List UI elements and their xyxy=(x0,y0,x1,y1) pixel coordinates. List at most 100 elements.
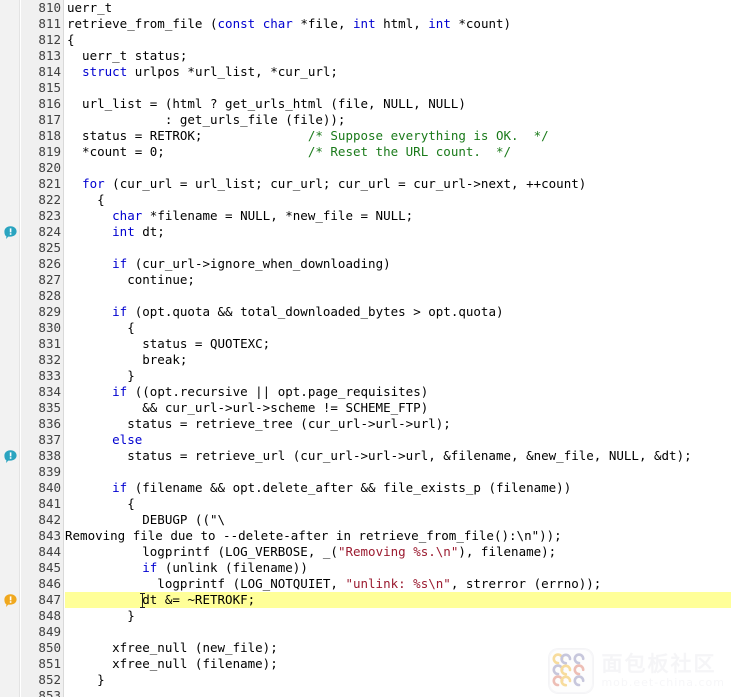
code-line[interactable]: 831 status = QUOTEXC; xyxy=(0,336,731,352)
code-line-text[interactable]: status = RETROK; /* Suppose everything i… xyxy=(67,128,549,144)
code-token-pl: DEBUGP (("\ xyxy=(67,512,226,527)
code-line[interactable]: 847 dt &= ~RETROKF; xyxy=(0,592,731,608)
code-line[interactable]: 852 } xyxy=(0,672,731,688)
info-bubble-icon[interactable] xyxy=(3,225,18,240)
code-line-text[interactable]: dt &= ~RETROKF; xyxy=(67,592,255,608)
code-line-text[interactable]: } xyxy=(67,672,105,688)
code-token-pl: status = RETROK; xyxy=(67,128,308,143)
code-line-text[interactable]: break; xyxy=(67,352,187,368)
code-line[interactable]: 829 if (opt.quota && total_downloaded_by… xyxy=(0,304,731,320)
code-line-text[interactable]: if (cur_url->ignore_when_downloading) xyxy=(67,256,390,272)
code-line-text[interactable]: struct urlpos *url_list, *cur_url; xyxy=(67,64,338,80)
code-line-text[interactable]: xfree_null (filename); xyxy=(67,656,278,672)
code-token-pl: continue; xyxy=(67,272,195,287)
code-line-text[interactable]: status = QUOTEXC; xyxy=(67,336,270,352)
code-line[interactable]: 828 xyxy=(0,288,731,304)
code-line[interactable]: 824 int dt; xyxy=(0,224,731,240)
code-line-text[interactable]: *count = 0; /* Reset the URL count. */ xyxy=(67,144,511,160)
code-line-text[interactable]: for (cur_url = url_list; cur_url; cur_ur… xyxy=(67,176,586,192)
code-line-text[interactable]: status = retrieve_tree (cur_url->url->ur… xyxy=(67,416,451,432)
code-token-pl: logprintf (LOG_NOTQUIET, xyxy=(67,576,346,591)
code-line[interactable]: 839 xyxy=(0,464,731,480)
code-line[interactable]: 816 url_list = (html ? get_urls_html (fi… xyxy=(0,96,731,112)
code-token-str: "unlink: %s\n" xyxy=(345,576,451,591)
code-token-pl: uerr_t xyxy=(67,0,113,15)
code-line-text[interactable]: uerr_t status; xyxy=(67,48,187,64)
code-line[interactable]: 834 if ((opt.recursive || opt.page_requi… xyxy=(0,384,731,400)
code-line[interactable]: 812 { xyxy=(0,32,731,48)
code-line[interactable]: 819 *count = 0; /* Reset the URL count. … xyxy=(0,144,731,160)
code-line-text[interactable]: : get_urls_file (file)); xyxy=(67,112,346,128)
line-number: 845 xyxy=(38,560,61,575)
code-line[interactable]: 833 } xyxy=(0,368,731,384)
line-number: 850 xyxy=(38,640,61,655)
code-token-pl: uerr_t status; xyxy=(67,48,188,63)
code-line-text[interactable]: { xyxy=(67,32,75,48)
code-line-text[interactable]: Removing file due to --delete-after in r… xyxy=(65,528,562,544)
code-line[interactable]: 842 DEBUGP (("\ xyxy=(0,512,731,528)
code-line[interactable]: 836 status = retrieve_tree (cur_url->url… xyxy=(0,416,731,432)
code-line-text[interactable]: status = retrieve_url (cur_url->url->url… xyxy=(67,448,691,464)
code-line-text[interactable]: if (unlink (filename)) xyxy=(67,560,308,576)
code-line[interactable]: 851 xfree_null (filename); xyxy=(0,656,731,672)
code-line-text[interactable]: { xyxy=(67,496,135,512)
code-line-text[interactable]: logprintf (LOG_VERBOSE, _("Removing %s.\… xyxy=(67,544,556,560)
info-bubble-icon[interactable] xyxy=(3,449,18,464)
code-line[interactable]: 817 : get_urls_file (file)); xyxy=(0,112,731,128)
code-line[interactable]: 844 logprintf (LOG_VERBOSE, _("Removing … xyxy=(0,544,731,560)
code-line-text[interactable]: continue; xyxy=(67,272,195,288)
code-line-text[interactable]: { xyxy=(67,320,135,336)
code-line-text[interactable]: if (filename && opt.delete_after && file… xyxy=(67,480,571,496)
code-line[interactable]: 822 { xyxy=(0,192,731,208)
code-line[interactable]: 820 xyxy=(0,160,731,176)
code-line-text[interactable]: { xyxy=(67,192,105,208)
code-line[interactable]: 830 { xyxy=(0,320,731,336)
line-number: 825 xyxy=(38,240,61,255)
code-token-pl: (unlink (filename)) xyxy=(157,560,308,575)
code-line-text[interactable]: } xyxy=(67,368,135,384)
code-line-text[interactable]: retrieve_from_file (const char *file, in… xyxy=(67,16,511,32)
code-line[interactable]: 832 break; xyxy=(0,352,731,368)
code-line-text[interactable]: DEBUGP (("\ xyxy=(67,512,225,528)
code-line-text[interactable]: } xyxy=(67,608,135,624)
code-line-text[interactable]: else xyxy=(67,432,142,448)
code-line[interactable]: 821 for (cur_url = url_list; cur_url; cu… xyxy=(0,176,731,192)
code-line[interactable]: 840 if (filename && opt.delete_after && … xyxy=(0,480,731,496)
line-number: 843 xyxy=(38,528,61,543)
code-line[interactable]: 845 if (unlink (filename)) xyxy=(0,560,731,576)
line-number: 826 xyxy=(38,256,61,271)
warning-bubble-icon[interactable] xyxy=(3,593,18,608)
code-line[interactable]: 813 uerr_t status; xyxy=(0,48,731,64)
code-line-text[interactable]: xfree_null (new_file); xyxy=(67,640,278,656)
code-line-text[interactable]: if ((opt.recursive || opt.page_requisite… xyxy=(67,384,428,400)
code-line[interactable]: 827 continue; xyxy=(0,272,731,288)
code-line[interactable]: 853 xyxy=(0,688,731,697)
code-line-text[interactable]: char *filename = NULL, *new_file = NULL; xyxy=(67,208,413,224)
code-line[interactable]: 848 } xyxy=(0,608,731,624)
code-line[interactable]: 810 uerr_t xyxy=(0,0,731,16)
code-token-pl: } xyxy=(67,368,135,383)
code-line[interactable]: 818 status = RETROK; /* Suppose everythi… xyxy=(0,128,731,144)
code-line[interactable]: 841 { xyxy=(0,496,731,512)
code-line[interactable]: 838 status = retrieve_url (cur_url->url-… xyxy=(0,448,731,464)
code-line[interactable]: 849 xyxy=(0,624,731,640)
code-line-text[interactable]: && cur_url->url->scheme != SCHEME_FTP) xyxy=(67,400,428,416)
code-line[interactable]: 850 xfree_null (new_file); xyxy=(0,640,731,656)
code-line[interactable]: 843 Removing file due to --delete-after i… xyxy=(0,528,731,544)
code-line[interactable]: 826 if (cur_url->ignore_when_downloading… xyxy=(0,256,731,272)
code-line-text[interactable]: uerr_t xyxy=(67,0,112,16)
code-line-text[interactable]: url_list = (html ? get_urls_html (file, … xyxy=(67,96,466,112)
code-line[interactable]: 823 char *filename = NULL, *new_file = N… xyxy=(0,208,731,224)
code-line[interactable]: 835 && cur_url->url->scheme != SCHEME_FT… xyxy=(0,400,731,416)
code-line-text[interactable]: if (opt.quota && total_downloaded_bytes … xyxy=(67,304,503,320)
code-editor[interactable]: 810 uerr_t 811 retrieve_from_file (const ch… xyxy=(0,0,731,697)
code-token-pl: { xyxy=(67,32,75,47)
code-line[interactable]: 811 retrieve_from_file (const char *file,… xyxy=(0,16,731,32)
code-line[interactable]: 814 struct urlpos *url_list, *cur_url; xyxy=(0,64,731,80)
code-line[interactable]: 837 else xyxy=(0,432,731,448)
code-line[interactable]: 825 xyxy=(0,240,731,256)
code-line-text[interactable]: int dt; xyxy=(67,224,165,240)
code-line[interactable]: 846 logprintf (LOG_NOTQUIET, "unlink: %s… xyxy=(0,576,731,592)
code-line[interactable]: 815 xyxy=(0,80,731,96)
code-line-text[interactable]: logprintf (LOG_NOTQUIET, "unlink: %s\n",… xyxy=(67,576,601,592)
